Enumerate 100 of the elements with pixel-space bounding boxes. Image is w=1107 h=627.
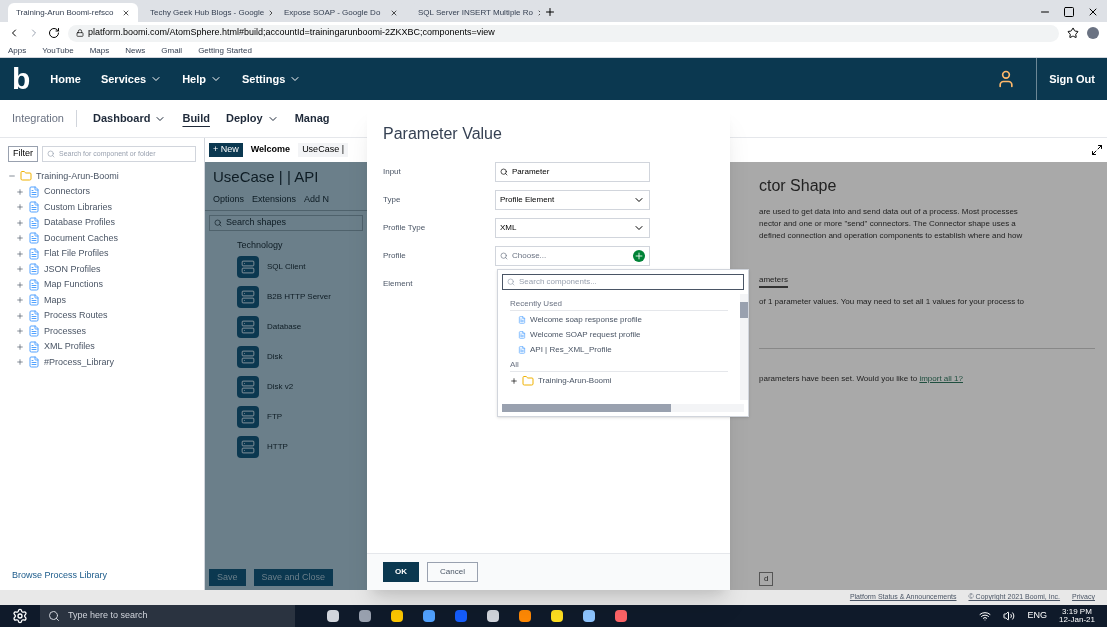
select-field[interactable]: XML <box>495 218 650 238</box>
field-label: Input <box>383 166 402 178</box>
tree-item[interactable]: #Process_Library <box>44 355 115 369</box>
shape-label[interactable]: SQL Client <box>267 261 306 273</box>
subnav-tab[interactable]: Dashboard <box>93 110 167 127</box>
component-icon <box>28 278 40 291</box>
search-icon <box>47 149 55 158</box>
import-link[interactable]: import all 1? <box>919 374 963 383</box>
tree-item[interactable]: Flat File Profiles <box>44 247 109 261</box>
ok-button[interactable]: OK <box>383 562 419 582</box>
nav-menu[interactable]: Services <box>100 70 163 88</box>
section-heading: All <box>510 359 728 372</box>
maximize-icon[interactable] <box>1063 6 1075 18</box>
subnav-tab[interactable]: Build <box>182 110 210 127</box>
subnav-tab[interactable]: Deploy <box>225 110 279 127</box>
expand-icon[interactable] <box>1091 144 1103 156</box>
tree-item[interactable]: XML Profiles <box>44 340 95 354</box>
scrollbar[interactable] <box>740 294 748 400</box>
bookmark-link[interactable]: News <box>125 44 146 57</box>
nav-menu[interactable]: Settings <box>242 70 302 88</box>
component-option[interactable]: Welcome soap response profile <box>530 314 642 326</box>
shape-search-field[interactable]: Search shapes <box>209 215 363 231</box>
new-tab-icon[interactable] <box>544 6 556 18</box>
subnav-tab[interactable]: Manag <box>294 110 330 127</box>
new-button[interactable]: + New <box>209 143 243 157</box>
language-indicator[interactable]: ENG <box>1027 609 1047 623</box>
search-icon <box>507 278 515 286</box>
add-icon[interactable] <box>633 250 645 262</box>
taskbar-app-icon[interactable] <box>487 610 499 622</box>
tree-item[interactable]: Maps <box>44 293 66 307</box>
tree-item[interactable]: Database Profiles <box>44 216 116 230</box>
nav-menu[interactable]: Help <box>182 70 222 88</box>
taskbar-app-icon[interactable] <box>423 610 435 622</box>
taskbar-app-icon[interactable] <box>551 610 563 622</box>
shape-label[interactable]: Disk <box>267 351 283 363</box>
taskbar-search-field[interactable]: Type here to search <box>40 605 295 627</box>
taskbar-app-icon[interactable] <box>391 610 403 622</box>
editor-tab[interactable]: Welcome <box>246 143 295 157</box>
editor-tab[interactable]: UseCase | <box>298 143 348 157</box>
shape-label[interactable]: FTP <box>267 411 283 423</box>
tree-item[interactable]: Connectors <box>44 185 91 199</box>
clock-time[interactable]: 3:19 PM <box>1062 608 1092 616</box>
browser-tab[interactable]: Training-Arun Boomi-refsco <box>8 3 138 22</box>
description-line: defined connection and operation components to establish where and how <box>759 230 1024 242</box>
volume-icon[interactable] <box>1003 610 1016 622</box>
close-icon[interactable] <box>122 8 130 17</box>
horizontal-scrollbar[interactable] <box>502 404 744 412</box>
select-field[interactable]: Profile Element <box>495 190 650 210</box>
toolbar-link[interactable]: Options <box>213 192 245 206</box>
cancel-button[interactable]: Cancel <box>427 562 478 582</box>
component-icon <box>28 325 40 338</box>
shape-label[interactable]: Disk v2 <box>267 381 294 393</box>
profile-avatar[interactable] <box>1087 27 1099 39</box>
input-field[interactable]: Parameter <box>495 162 650 182</box>
bookmark-link[interactable]: Getting Started <box>198 44 252 57</box>
component-option[interactable]: Training-Arun-Boomi <box>538 375 612 387</box>
tree-item[interactable]: Processes <box>44 324 87 338</box>
tree-item[interactable]: Process Routes <box>44 309 108 323</box>
tree-item[interactable]: Training-Arun-Boomi <box>36 169 119 183</box>
bookmark-link[interactable]: Apps <box>8 44 27 57</box>
bookmark-link[interactable]: Gmail <box>161 44 183 57</box>
taskbar-app-icon[interactable] <box>359 610 371 622</box>
taskbar-app-icon[interactable] <box>583 610 595 622</box>
action-button[interactable]: d <box>759 572 774 586</box>
address-bar[interactable]: platform.boomi.com/AtomSphere.html#build;accountId=trainingarunboomi-2ZKXBC;components=view <box>68 24 1059 42</box>
tree-item[interactable]: JSON Profiles <box>44 262 101 276</box>
reload-icon[interactable] <box>48 27 60 39</box>
component-icon <box>28 185 40 198</box>
network-icon[interactable] <box>979 610 992 622</box>
browse-library-link[interactable]: Browse Process Library <box>0 568 204 582</box>
taskbar-app-icon[interactable] <box>327 610 339 622</box>
nav-menu[interactable]: Home <box>50 70 81 88</box>
component-option[interactable]: Welcome SOAP request profile <box>530 329 641 341</box>
component-icon <box>28 356 40 369</box>
close-icon[interactable] <box>390 8 398 17</box>
taskbar-app-icon[interactable] <box>615 610 627 622</box>
star-icon[interactable] <box>1067 27 1079 39</box>
search-icon <box>500 168 508 176</box>
clock-date[interactable]: 12-Jan-21 <box>1058 616 1095 624</box>
shape-label[interactable]: HTTP <box>267 441 288 453</box>
bookmark-link[interactable]: Maps <box>89 44 110 57</box>
parameters-tab[interactable]: ameters <box>759 274 788 288</box>
lock-icon <box>76 29 84 37</box>
bookmark-link[interactable]: YouTube <box>42 44 74 57</box>
logo[interactable]: b <box>12 64 31 94</box>
description-line: are used to get data into and send data out of a process. Most processes <box>759 206 1019 218</box>
tree-item[interactable]: Custom Libraries <box>44 200 113 214</box>
shape-label[interactable]: Database <box>267 321 302 333</box>
taskbar-app-icon[interactable] <box>519 610 531 622</box>
component-option[interactable]: API | Res_XML_Profile <box>530 344 612 356</box>
tree-item[interactable]: Map Functions <box>44 278 104 292</box>
tree-item[interactable]: Document Caches <box>44 231 119 245</box>
shape-label[interactable]: B2B HTTP Server <box>267 291 331 303</box>
toolbar-link[interactable]: Add N <box>304 192 330 206</box>
close-icon[interactable] <box>1087 6 1099 18</box>
connector-icon <box>237 316 259 338</box>
filter-button[interactable]: Filter <box>8 146 38 162</box>
field-label: Element <box>383 278 414 290</box>
profile-picker[interactable]: Choose... <box>495 246 650 266</box>
toolbar-link[interactable]: Extensions <box>252 192 297 206</box>
